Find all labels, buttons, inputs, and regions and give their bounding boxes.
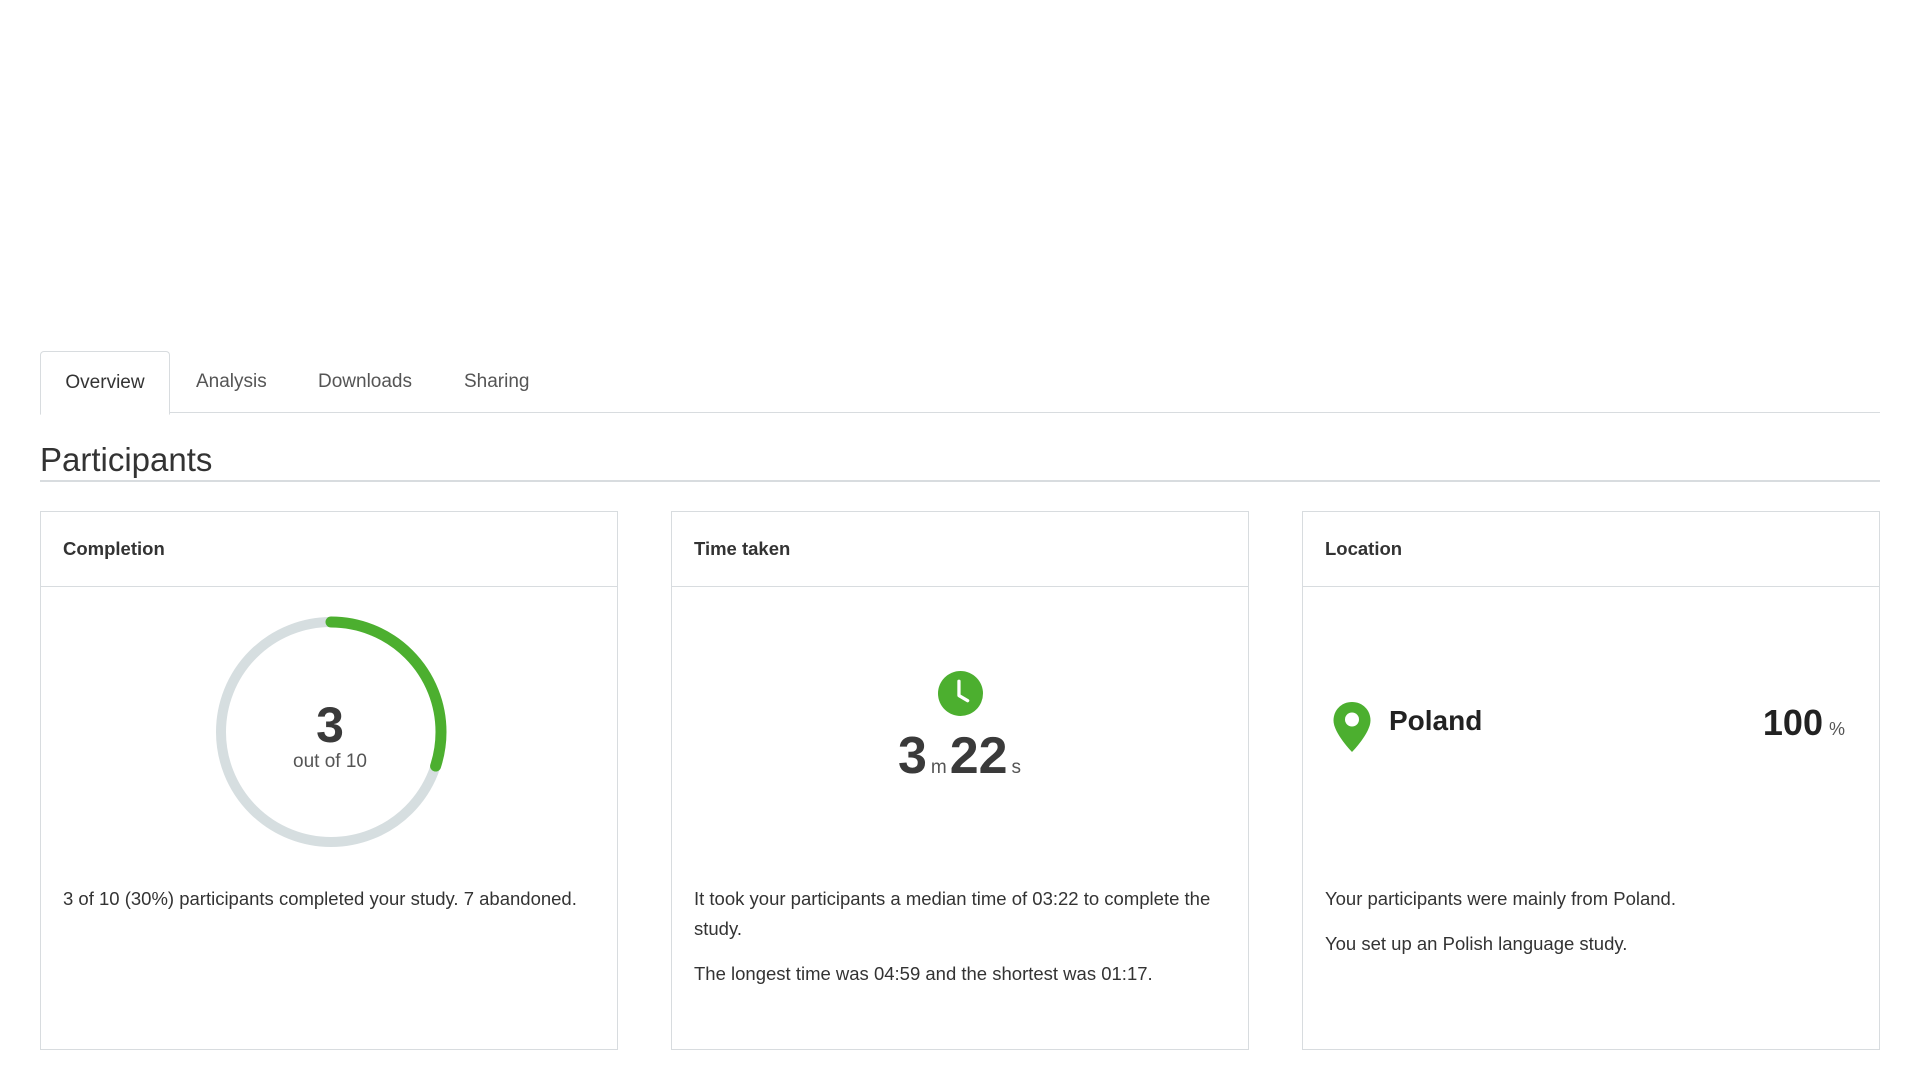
completion-description: 3 of 10 (30%) participants completed you… (63, 884, 593, 929)
median-minutes: 3 (897, 727, 927, 785)
location-text-language: You set up an Polish language study. (1325, 933, 1628, 954)
section-divider (40, 480, 1880, 482)
time-taken-card: Time taken 3 m22 s It took your participan… (671, 511, 1249, 1050)
completion-card: Completion 3 out of 10 3 of 10 (30%) par… (40, 511, 618, 1050)
tab-downloads[interactable]: Downloads (318, 351, 412, 413)
location-text-country: Your participants were mainly from Polan… (1325, 888, 1676, 909)
median-time: 3 m22 s (672, 726, 1250, 786)
results-tabs: Overview Analysis Downloads Sharing (40, 351, 1880, 415)
location-card-header: Location (1303, 512, 1879, 587)
location-percent-sign: % (1828, 719, 1845, 739)
location-description: Your participants were mainly from Polan… (1325, 884, 1855, 974)
clock-icon (938, 671, 983, 716)
seconds-unit: s (1011, 757, 1022, 778)
completed-out-of-label: out of 10 (293, 751, 367, 772)
median-seconds: 22 (949, 727, 1008, 785)
location-percent-value: 100 (1762, 702, 1823, 743)
completed-count: 3 (316, 697, 344, 753)
time-taken-card-header: Time taken (672, 512, 1248, 587)
time-taken-description: It took your participants a median time … (694, 884, 1224, 1004)
time-taken-text-range: The longest time was 04:59 and the short… (694, 963, 1153, 984)
completion-text: 3 of 10 (30%) participants completed you… (63, 888, 577, 909)
map-pin-icon (1333, 702, 1371, 752)
location-card: Location Poland 100% Your participants w… (1302, 511, 1880, 1050)
minutes-unit: m (930, 757, 947, 778)
location-percent: 100% (1763, 702, 1845, 744)
time-taken-text-median: It took your participants a median time … (694, 888, 1211, 939)
section-title: Participants (40, 441, 213, 478)
page: Overview Analysis Downloads Sharing Part… (0, 0, 1920, 1080)
tab-overview[interactable]: Overview (40, 351, 170, 415)
completion-card-header: Completion (41, 512, 617, 587)
location-country: Poland (1389, 705, 1483, 736)
tab-analysis[interactable]: Analysis (196, 351, 267, 413)
tab-sharing[interactable]: Sharing (464, 351, 530, 413)
